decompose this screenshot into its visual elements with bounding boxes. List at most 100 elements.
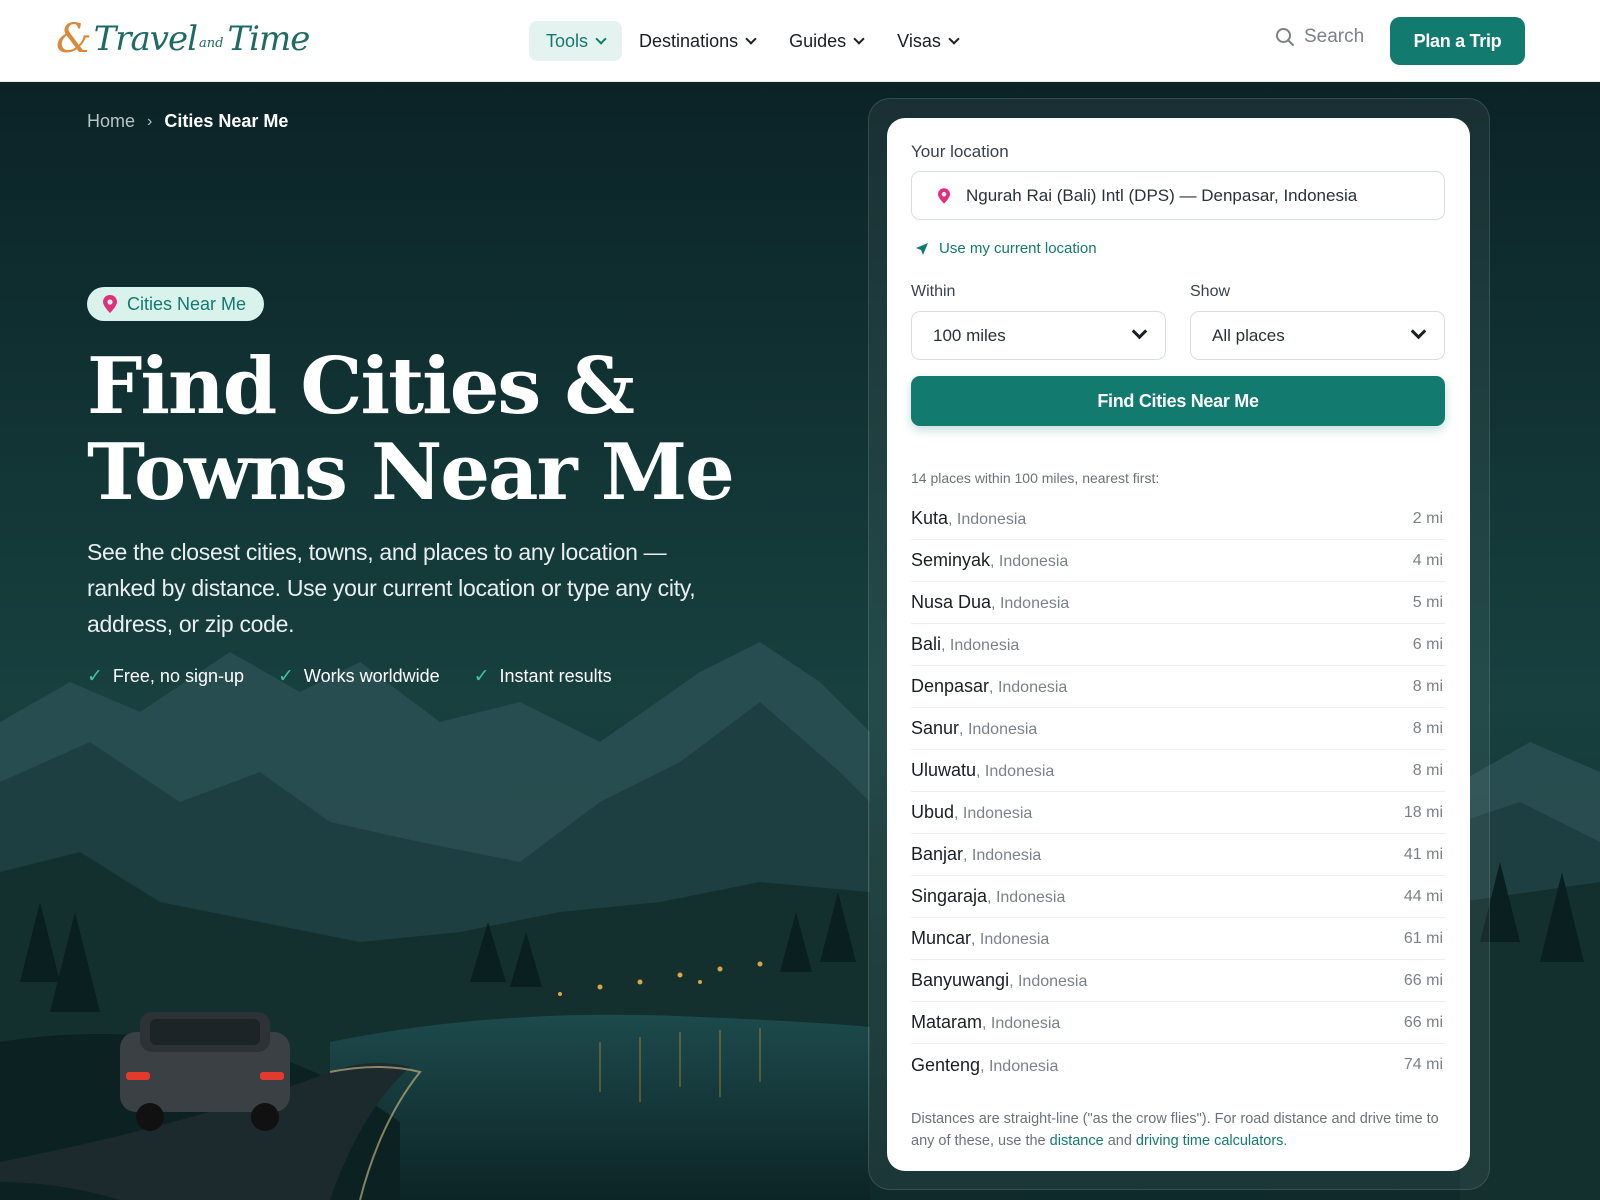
result-distance: 4 mi — [1412, 551, 1443, 569]
within-select-value: 100 miles — [933, 325, 1006, 345]
distance-calculator-link[interactable]: distance — [1050, 1133, 1104, 1149]
result-distance: 74 mi — [1403, 1056, 1443, 1073]
result-row[interactable]: Sanur, Indonesia 8 mi — [911, 708, 1445, 750]
logo-ampersand: & — [56, 16, 92, 62]
result-distance: 61 mi — [1403, 929, 1443, 947]
results-summary: 14 places within 100 miles, nearest firs… — [911, 470, 1160, 486]
show-select[interactable]: All places — [1190, 311, 1445, 360]
cities-finder-card: Your location Ngurah Rai (Bali) Intl (DP… — [887, 118, 1470, 1171]
result-row[interactable]: Uluwatu, Indonesia 8 mi — [911, 750, 1445, 792]
result-city: Sanur — [911, 718, 960, 738]
site-logo[interactable]: & Travel and Time — [56, 14, 310, 64]
result-distance: 6 mi — [1412, 635, 1443, 653]
nav-item-guides[interactable]: Guides — [772, 21, 880, 61]
nav-item-tools[interactable]: Tools — [529, 21, 623, 61]
result-row[interactable]: Singaraja, Indonesia 44 mi — [911, 876, 1445, 918]
result-city: Muncar — [911, 928, 972, 948]
nav-item-label: Guides — [789, 30, 847, 51]
result-city: Uluwatu — [911, 760, 977, 780]
result-row[interactable]: Banyuwangi, Indonesia 66 mi — [911, 960, 1445, 1002]
plan-a-trip-button[interactable]: Plan a Trip — [1390, 17, 1525, 65]
feature-checks: ✓ Free, no sign-up ✓ Works worldwide ✓ I… — [87, 665, 612, 688]
find-cities-button[interactable]: Find Cities Near Me — [911, 376, 1445, 426]
result-city: Ubud — [911, 802, 955, 822]
result-row[interactable]: Kuta, Indonesia 2 mi — [911, 498, 1445, 540]
page-title: Find Cities & Towns Near Me — [87, 341, 735, 518]
result-country: , Indonesia — [1009, 973, 1088, 990]
result-place: Banyuwangi, Indonesia — [911, 970, 1087, 991]
feature-label: Works worldwide — [303, 666, 440, 686]
chevron-down-icon — [1410, 323, 1427, 340]
result-place: Ubud, Indonesia — [911, 802, 1032, 823]
result-distance: 18 mi — [1403, 803, 1443, 821]
result-row[interactable]: Mataram, Indonesia 66 mi — [911, 1002, 1445, 1044]
result-row[interactable]: Muncar, Indonesia 61 mi — [911, 918, 1445, 960]
result-country: , Indonesia — [941, 637, 1020, 654]
result-place: Seminyak, Indonesia — [911, 550, 1068, 571]
use-current-location-link[interactable]: Use my current location — [915, 240, 1097, 257]
result-row[interactable]: Genteng, Indonesia 74 mi — [911, 1044, 1445, 1086]
location-input[interactable]: Ngurah Rai (Bali) Intl (DPS) — Denpasar,… — [911, 171, 1445, 220]
result-place: Mataram, Indonesia — [911, 1012, 1060, 1033]
result-distance: 8 mi — [1412, 677, 1443, 695]
result-row[interactable]: Bali, Indonesia 6 mi — [911, 624, 1445, 666]
result-place: Nusa Dua, Indonesia — [911, 592, 1069, 613]
breadcrumb: Home › Cities Near Me — [87, 111, 288, 132]
feature-check-item: ✓ Works worldwide — [278, 665, 440, 688]
result-row[interactable]: Nusa Dua, Indonesia 5 mi — [911, 582, 1445, 624]
page-subtitle: See the closest cities, towns, and place… — [87, 539, 696, 637]
chevron-down-icon — [948, 32, 960, 45]
show-label: Show — [1190, 283, 1231, 300]
search-label: Search — [1304, 26, 1365, 47]
show-select-value: All places — [1212, 325, 1285, 345]
breadcrumb-current: Cities Near Me — [164, 111, 289, 131]
feature-check-item: ✓ Instant results — [474, 665, 612, 688]
search-button[interactable]: Search — [1275, 26, 1364, 48]
logo-word-and: and — [199, 35, 224, 51]
breadcrumb-home-link[interactable]: Home — [87, 111, 135, 132]
nav-item-destinations[interactable]: Destinations — [622, 21, 772, 61]
driving-time-calculator-link[interactable]: driving time calculators — [1136, 1133, 1283, 1149]
result-country: , Indonesia — [959, 721, 1038, 738]
map-pin-icon — [938, 187, 950, 204]
result-place: Uluwatu, Indonesia — [911, 760, 1054, 781]
feature-label: Free, no sign-up — [112, 666, 244, 686]
result-place: Bali, Indonesia — [911, 634, 1019, 655]
result-city: Genteng — [911, 1054, 981, 1075]
result-country: , Indonesia — [980, 1057, 1059, 1075]
result-country: , Indonesia — [990, 553, 1069, 570]
within-select[interactable]: 100 miles — [911, 311, 1166, 360]
checkmark-icon: ✓ — [473, 666, 490, 687]
result-city: Nusa Dua — [911, 592, 992, 612]
result-distance: 8 mi — [1412, 719, 1443, 737]
result-city: Banjar — [911, 844, 964, 864]
map-pin-icon — [103, 295, 117, 313]
feature-check-item: ✓ Free, no sign-up — [87, 665, 244, 688]
result-row[interactable]: Ubud, Indonesia 18 mi — [911, 792, 1445, 834]
note-text: . — [1283, 1133, 1288, 1149]
result-distance: 44 mi — [1403, 887, 1443, 905]
result-distance: 5 mi — [1412, 593, 1443, 611]
result-country: , Indonesia — [989, 679, 1068, 696]
result-city: Mataram — [911, 1012, 983, 1032]
navigation-arrow-icon — [916, 242, 928, 255]
result-distance: 8 mi — [1412, 761, 1443, 779]
result-country: , Indonesia — [987, 889, 1066, 906]
result-city: Bali — [911, 634, 942, 654]
result-city: Seminyak — [911, 550, 991, 570]
chevron-down-icon — [853, 32, 865, 45]
nav-item-label: Visas — [897, 30, 941, 51]
chevron-down-icon — [1131, 323, 1148, 340]
nav-item-visas[interactable]: Visas — [880, 21, 975, 61]
result-city: Denpasar — [911, 676, 990, 696]
result-row[interactable]: Seminyak, Indonesia 4 mi — [911, 540, 1445, 582]
result-city: Banyuwangi — [911, 970, 1010, 990]
result-country: , Indonesia — [991, 595, 1070, 612]
result-country: , Indonesia — [971, 931, 1050, 948]
result-row[interactable]: Banjar, Indonesia 41 mi — [911, 834, 1445, 876]
result-country: , Indonesia — [954, 805, 1033, 822]
result-city: Singaraja — [911, 886, 988, 906]
result-row[interactable]: Denpasar, Indonesia 8 mi — [911, 666, 1445, 708]
result-country: , Indonesia — [976, 763, 1055, 780]
checkmark-icon: ✓ — [87, 666, 103, 687]
